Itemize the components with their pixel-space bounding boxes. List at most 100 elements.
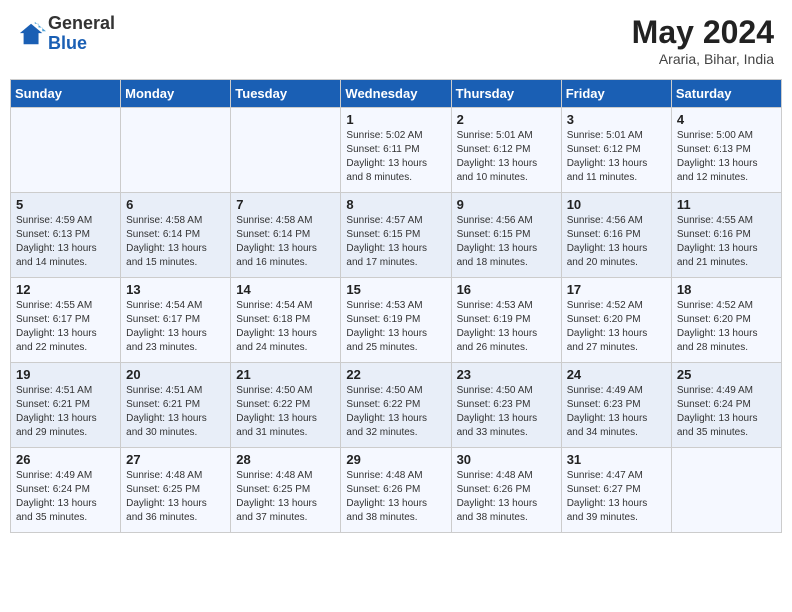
day-number: 26: [16, 452, 115, 467]
day-number: 17: [567, 282, 666, 297]
day-number: 10: [567, 197, 666, 212]
weekday-header-saturday: Saturday: [671, 80, 781, 108]
day-info: Sunrise: 4:47 AMSunset: 6:27 PMDaylight:…: [567, 469, 666, 525]
day-info: Sunrise: 4:56 AMSunset: 6:16 PMDaylight:…: [567, 214, 666, 270]
calendar-cell: 15Sunrise: 4:53 AMSunset: 6:19 PMDayligh…: [341, 278, 451, 363]
day-info: Sunrise: 4:55 AMSunset: 6:17 PMDaylight:…: [16, 299, 115, 355]
day-number: 11: [677, 197, 776, 212]
calendar-cell: 14Sunrise: 4:54 AMSunset: 6:18 PMDayligh…: [231, 278, 341, 363]
day-info: Sunrise: 4:48 AMSunset: 6:26 PMDaylight:…: [346, 469, 445, 525]
calendar-cell: [121, 108, 231, 193]
calendar-cell: [231, 108, 341, 193]
day-info: Sunrise: 4:58 AMSunset: 6:14 PMDaylight:…: [126, 214, 225, 270]
day-info: Sunrise: 4:50 AMSunset: 6:22 PMDaylight:…: [236, 384, 335, 440]
day-info: Sunrise: 4:49 AMSunset: 6:24 PMDaylight:…: [16, 469, 115, 525]
weekday-header-friday: Friday: [561, 80, 671, 108]
calendar-cell: 3 Sunrise: 5:01 AMSunset: 6:12 PMDaylight…: [561, 108, 671, 193]
calendar-cell: 9 Sunrise: 4:56 AMSunset: 6:15 PMDaylight…: [451, 193, 561, 278]
day-info: Sunrise: 4:51 AMSunset: 6:21 PMDaylight:…: [126, 384, 225, 440]
page-header: General Blue May 2024 Araria, Bihar, Ind…: [10, 10, 782, 71]
logo: General Blue: [18, 14, 115, 54]
calendar-week-4: 19Sunrise: 4:51 AMSunset: 6:21 PMDayligh…: [11, 363, 782, 448]
calendar-cell: 19Sunrise: 4:51 AMSunset: 6:21 PMDayligh…: [11, 363, 121, 448]
calendar-cell: [11, 108, 121, 193]
calendar-cell: 29 Sunrise: 4:48 AMSunset: 6:26 PMDayligh…: [341, 448, 451, 533]
calendar-week-3: 12 Sunrise: 4:55 AMSunset: 6:17 PMDayligh…: [11, 278, 782, 363]
day-info: Sunrise: 5:01 AMSunset: 6:12 PMDaylight:…: [457, 129, 556, 185]
calendar-cell: 18Sunrise: 4:52 AMSunset: 6:20 PMDayligh…: [671, 278, 781, 363]
day-info: Sunrise: 4:50 AMSunset: 6:23 PMDaylight:…: [457, 384, 556, 440]
calendar-cell: 5Sunrise: 4:59 AMSunset: 6:13 PMDaylight…: [11, 193, 121, 278]
day-number: 2: [457, 112, 556, 127]
weekday-header-tuesday: Tuesday: [231, 80, 341, 108]
day-info: Sunrise: 4:49 AMSunset: 6:24 PMDaylight:…: [677, 384, 776, 440]
calendar-cell: 26 Sunrise: 4:49 AMSunset: 6:24 PMDayligh…: [11, 448, 121, 533]
day-number: 31: [567, 452, 666, 467]
calendar-table: SundayMondayTuesdayWednesdayThursdayFrid…: [10, 79, 782, 533]
day-number: 7: [236, 197, 335, 212]
day-info: Sunrise: 4:49 AMSunset: 6:23 PMDaylight:…: [567, 384, 666, 440]
calendar-cell: 13 Sunrise: 4:54 AMSunset: 6:17 PMDayligh…: [121, 278, 231, 363]
logo-text: General Blue: [48, 14, 115, 54]
day-number: 3: [567, 112, 666, 127]
calendar-cell: 4Sunrise: 5:00 AMSunset: 6:13 PMDaylight…: [671, 108, 781, 193]
calendar-cell: 31 Sunrise: 4:47 AMSunset: 6:27 PMDayligh…: [561, 448, 671, 533]
day-info: Sunrise: 4:54 AMSunset: 6:17 PMDaylight:…: [126, 299, 225, 355]
weekday-header-monday: Monday: [121, 80, 231, 108]
title-block: May 2024 Araria, Bihar, India: [632, 14, 774, 67]
calendar-cell: 7Sunrise: 4:58 AMSunset: 6:14 PMDaylight…: [231, 193, 341, 278]
calendar-cell: 10 Sunrise: 4:56 AMSunset: 6:16 PMDayligh…: [561, 193, 671, 278]
day-number: 27: [126, 452, 225, 467]
day-number: 8: [346, 197, 445, 212]
logo-icon: [18, 20, 46, 48]
calendar-cell: 16 Sunrise: 4:53 AMSunset: 6:19 PMDayligh…: [451, 278, 561, 363]
day-info: Sunrise: 4:55 AMSunset: 6:16 PMDaylight:…: [677, 214, 776, 270]
calendar-cell: 22 Sunrise: 4:50 AMSunset: 6:22 PMDayligh…: [341, 363, 451, 448]
day-number: 20: [126, 367, 225, 382]
calendar-cell: 17 Sunrise: 4:52 AMSunset: 6:20 PMDayligh…: [561, 278, 671, 363]
day-number: 9: [457, 197, 556, 212]
day-info: Sunrise: 4:48 AMSunset: 6:26 PMDaylight:…: [457, 469, 556, 525]
day-info: Sunrise: 4:57 AMSunset: 6:15 PMDaylight:…: [346, 214, 445, 270]
day-info: Sunrise: 4:48 AMSunset: 6:25 PMDaylight:…: [126, 469, 225, 525]
day-number: 24: [567, 367, 666, 382]
day-number: 25: [677, 367, 776, 382]
calendar-cell: 24 Sunrise: 4:49 AMSunset: 6:23 PMDayligh…: [561, 363, 671, 448]
day-number: 22: [346, 367, 445, 382]
day-info: Sunrise: 4:52 AMSunset: 6:20 PMDaylight:…: [567, 299, 666, 355]
day-number: 16: [457, 282, 556, 297]
day-info: Sunrise: 4:53 AMSunset: 6:19 PMDaylight:…: [457, 299, 556, 355]
calendar-cell: 2 Sunrise: 5:01 AMSunset: 6:12 PMDaylight…: [451, 108, 561, 193]
day-number: 29: [346, 452, 445, 467]
location: Araria, Bihar, India: [632, 51, 774, 67]
calendar-cell: 30 Sunrise: 4:48 AMSunset: 6:26 PMDayligh…: [451, 448, 561, 533]
day-info: Sunrise: 5:00 AMSunset: 6:13 PMDaylight:…: [677, 129, 776, 185]
day-number: 28: [236, 452, 335, 467]
day-info: Sunrise: 4:54 AMSunset: 6:18 PMDaylight:…: [236, 299, 335, 355]
day-info: Sunrise: 4:56 AMSunset: 6:15 PMDaylight:…: [457, 214, 556, 270]
day-info: Sunrise: 4:50 AMSunset: 6:22 PMDaylight:…: [346, 384, 445, 440]
calendar-cell: 12 Sunrise: 4:55 AMSunset: 6:17 PMDayligh…: [11, 278, 121, 363]
day-number: 1: [346, 112, 445, 127]
calendar-cell: 27 Sunrise: 4:48 AMSunset: 6:25 PMDayligh…: [121, 448, 231, 533]
day-number: 6: [126, 197, 225, 212]
calendar-cell: 28Sunrise: 4:48 AMSunset: 6:25 PMDayligh…: [231, 448, 341, 533]
calendar-cell: 21Sunrise: 4:50 AMSunset: 6:22 PMDayligh…: [231, 363, 341, 448]
calendar-week-1: 1Sunrise: 5:02 AMSunset: 6:11 PMDaylight…: [11, 108, 782, 193]
month-title: May 2024: [632, 14, 774, 51]
calendar-week-2: 5Sunrise: 4:59 AMSunset: 6:13 PMDaylight…: [11, 193, 782, 278]
calendar-week-5: 26 Sunrise: 4:49 AMSunset: 6:24 PMDayligh…: [11, 448, 782, 533]
calendar-cell: 23 Sunrise: 4:50 AMSunset: 6:23 PMDayligh…: [451, 363, 561, 448]
calendar-body: 1Sunrise: 5:02 AMSunset: 6:11 PMDaylight…: [11, 108, 782, 533]
day-info: Sunrise: 5:01 AMSunset: 6:12 PMDaylight:…: [567, 129, 666, 185]
calendar-cell: 8 Sunrise: 4:57 AMSunset: 6:15 PMDaylight…: [341, 193, 451, 278]
day-info: Sunrise: 4:53 AMSunset: 6:19 PMDaylight:…: [346, 299, 445, 355]
calendar-cell: 20 Sunrise: 4:51 AMSunset: 6:21 PMDayligh…: [121, 363, 231, 448]
day-number: 13: [126, 282, 225, 297]
weekday-header-sunday: Sunday: [11, 80, 121, 108]
day-number: 23: [457, 367, 556, 382]
day-number: 30: [457, 452, 556, 467]
day-info: Sunrise: 4:52 AMSunset: 6:20 PMDaylight:…: [677, 299, 776, 355]
weekday-header-thursday: Thursday: [451, 80, 561, 108]
day-number: 12: [16, 282, 115, 297]
